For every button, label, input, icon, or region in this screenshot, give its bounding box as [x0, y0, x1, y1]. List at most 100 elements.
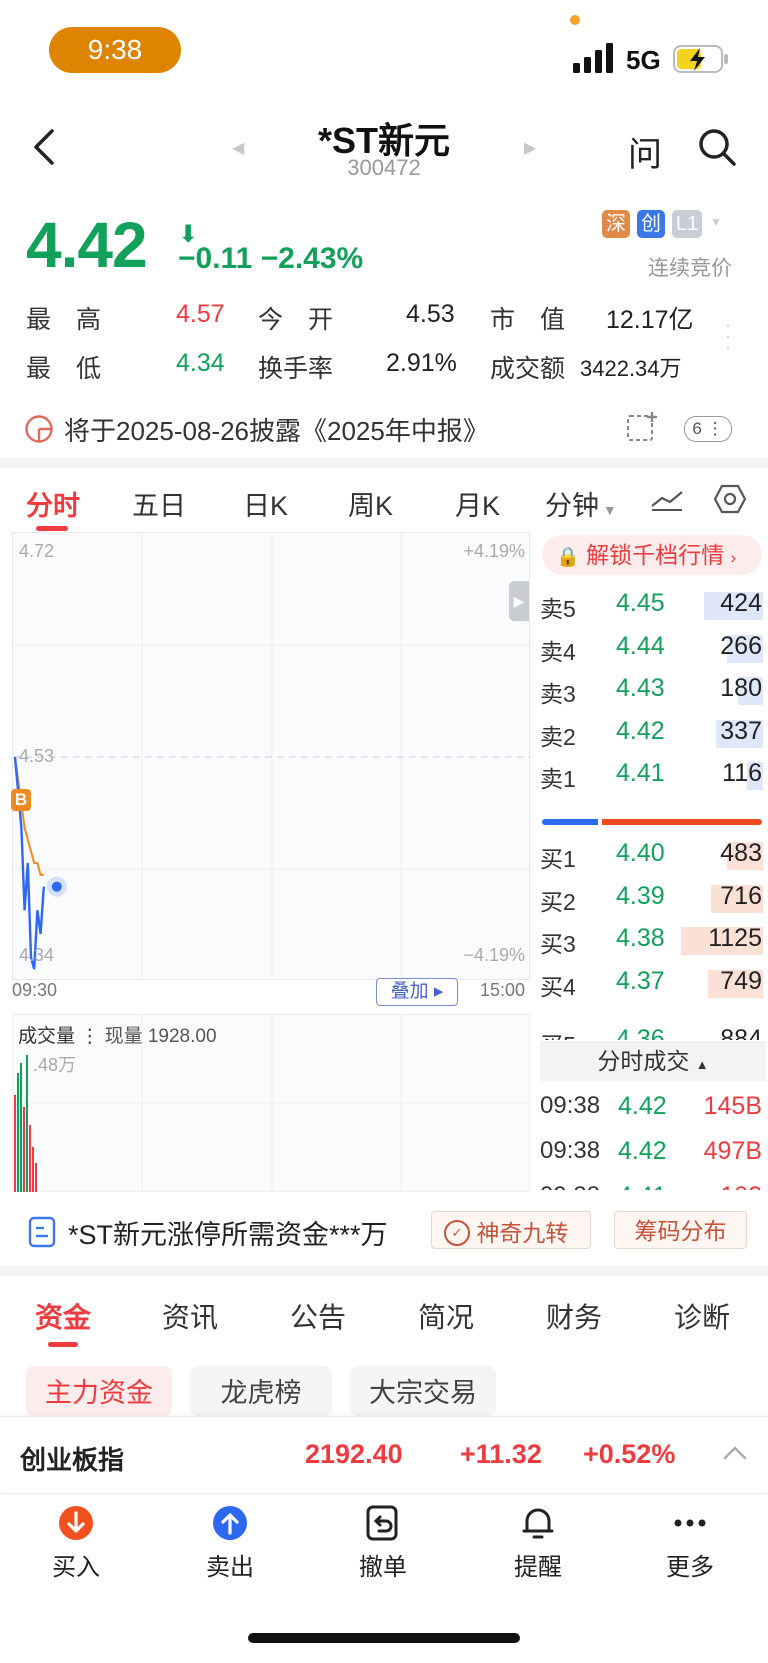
subtab-dragon-tiger[interactable]: 龙虎榜 [190, 1366, 332, 1416]
subtab-block-trade[interactable]: 大宗交易 [350, 1366, 496, 1416]
tab-capital[interactable]: 资金 [35, 1296, 91, 1336]
earnings-notice[interactable]: 将于2025-08-26披露《2025年中报》 [64, 411, 489, 448]
network-type: 5G [626, 45, 661, 75]
tick-price: 4.42 [618, 1092, 667, 1120]
bid-level-label: 买3 [540, 931, 576, 957]
tab-news[interactable]: 资讯 [162, 1296, 218, 1336]
volume-axis-label: .48万 [33, 1055, 77, 1075]
price-axis-low: 4.34 [19, 945, 55, 965]
buy-marker[interactable]: B [11, 789, 31, 811]
more-icon[interactable] [671, 1504, 709, 1542]
report-calendar-icon [25, 415, 53, 443]
tick-price: 4.41 [618, 1182, 667, 1190]
buy-button[interactable]: 买入 [26, 1547, 126, 1582]
tab-announcements[interactable]: 公告 [290, 1296, 346, 1336]
tick-time: 09:38 [540, 1092, 601, 1119]
ask-level-volume: 424 [720, 589, 762, 617]
tab-diagnosis[interactable]: 诊断 [674, 1296, 730, 1336]
bid-level-price[interactable]: 4.38 [616, 924, 665, 953]
sell-icon[interactable] [211, 1504, 249, 1542]
indicator-icon[interactable] [650, 486, 684, 512]
price-lines [13, 756, 67, 970]
sell-button[interactable]: 卖出 [180, 1547, 280, 1582]
stat-high-value: 4.57 [176, 300, 225, 328]
bid-level-price[interactable]: 4.39 [616, 882, 665, 911]
time-axis-end: 15:00 [480, 980, 526, 1000]
tab-profile[interactable]: 简况 [418, 1296, 474, 1336]
limit-up-capital-text[interactable]: *ST新元涨停所需资金***万 [68, 1213, 388, 1252]
settings-hex-icon[interactable] [714, 484, 746, 514]
unlock-depth-button[interactable]: 🔒 解锁千档行情 › [542, 535, 762, 575]
stat-turnover-label: 换手率 [258, 355, 334, 383]
bid-level-price: 4.36 [616, 1025, 665, 1040]
pct-axis-low: −4.19% [463, 945, 525, 965]
bell-icon[interactable] [519, 1504, 557, 1542]
tab-minute[interactable]: 分钟 ▼ [545, 484, 617, 523]
alert-button[interactable]: 提醒 [488, 1547, 588, 1582]
add-watch-icon[interactable] [625, 410, 659, 444]
bid-level-price[interactable]: 4.37 [616, 967, 665, 996]
tab-weekly-k[interactable]: 周K [348, 484, 393, 523]
tab-monthly-k[interactable]: 月K [455, 484, 500, 523]
chip-distribution-button[interactable]: 筹码分布 [614, 1211, 747, 1249]
ask-level-price[interactable]: 4.45 [616, 589, 665, 618]
bid-ratio-bar [542, 819, 598, 825]
tab-five-day[interactable]: 五日 [132, 484, 186, 523]
index-change: +11.32 [460, 1439, 542, 1469]
more-stats-icon[interactable]: · · · [725, 316, 735, 356]
status-time: 9:38 [49, 27, 181, 73]
volume-title: 成交量 ⋮ 现量 1928.00 [18, 1026, 217, 1047]
ask-level-price[interactable]: 4.42 [616, 717, 665, 746]
chevron-down-icon: ✓ [444, 1219, 470, 1246]
bid-level-label: 买2 [540, 888, 576, 915]
chevron-up-icon[interactable] [722, 1440, 748, 1466]
expand-panel-handle[interactable]: ▶ [509, 581, 529, 621]
tab-intraday[interactable]: 分时 [26, 484, 80, 523]
ask-level-label: 卖4 [540, 638, 576, 665]
ask-level-label: 卖2 [540, 723, 576, 750]
cancel-order-icon[interactable] [364, 1504, 402, 1542]
bid-level-volume: 1125 [708, 924, 762, 952]
bid-level-volume: 884 [720, 1025, 762, 1040]
home-indicator [248, 1633, 520, 1643]
ask-level-volume: 337 [720, 716, 762, 745]
overlay-button[interactable]: 叠加 ▸ [376, 978, 458, 1006]
index-name: 创业板指 [20, 1445, 125, 1475]
ask-level-price[interactable]: 4.41 [616, 759, 665, 788]
tick-volume: 145B [703, 1092, 762, 1120]
tab-financials[interactable]: 财务 [546, 1296, 602, 1336]
level-dropdown-icon[interactable]: ▼ [710, 215, 722, 229]
stat-high-label: 最 高 [26, 306, 102, 334]
bid-level-volume: 749 [720, 966, 762, 995]
intraday-chart[interactable]: 4.72 4.53 4.34 +4.19% −4.19% B ▶ [11, 532, 531, 981]
stat-amount-label: 成交额 [490, 355, 566, 383]
search-icon[interactable] [697, 127, 737, 167]
bid-level-price[interactable]: 4.40 [616, 839, 665, 868]
trading-mode: 连续竞价 [648, 257, 732, 280]
ask-level-price[interactable]: 4.43 [616, 674, 665, 703]
tab-daily-k[interactable]: 日K [243, 484, 288, 523]
section-divider [0, 458, 768, 468]
ask-level-volume: 266 [720, 631, 762, 660]
latest-price-dot [51, 881, 62, 892]
ask-level-price[interactable]: 4.44 [616, 632, 665, 661]
time-axis-start: 09:30 [12, 980, 58, 1000]
bid-level-label: 买1 [540, 846, 576, 872]
ask-button[interactable]: 问 [628, 127, 662, 176]
tick-row: 09:38 4.42 145B [0, 1092, 768, 1132]
pct-axis-high: +4.19% [463, 541, 525, 561]
notification-count-badge[interactable]: 6 ⋮ [684, 416, 732, 442]
cancel-order-button[interactable]: 撤单 [333, 1547, 433, 1582]
buy-icon[interactable] [57, 1504, 95, 1542]
bid-level-5-partial: 买5 4.36 884 [536, 1018, 768, 1040]
section-divider-2 [0, 1266, 768, 1276]
level-badge[interactable]: L1 [672, 210, 702, 238]
stat-low-label: 最 低 [26, 355, 102, 383]
privacy-indicator-dot [570, 15, 580, 25]
subtab-main-capital[interactable]: 主力资金 [26, 1366, 172, 1416]
stat-low-value: 4.34 [176, 349, 225, 377]
magic-nine-button[interactable]: ✓ 神奇九转 [431, 1211, 591, 1249]
board-badge: 创 [637, 210, 665, 238]
more-button[interactable]: 更多 [640, 1547, 740, 1582]
tick-trades-header[interactable]: 分时成交 ▲ [540, 1041, 766, 1081]
